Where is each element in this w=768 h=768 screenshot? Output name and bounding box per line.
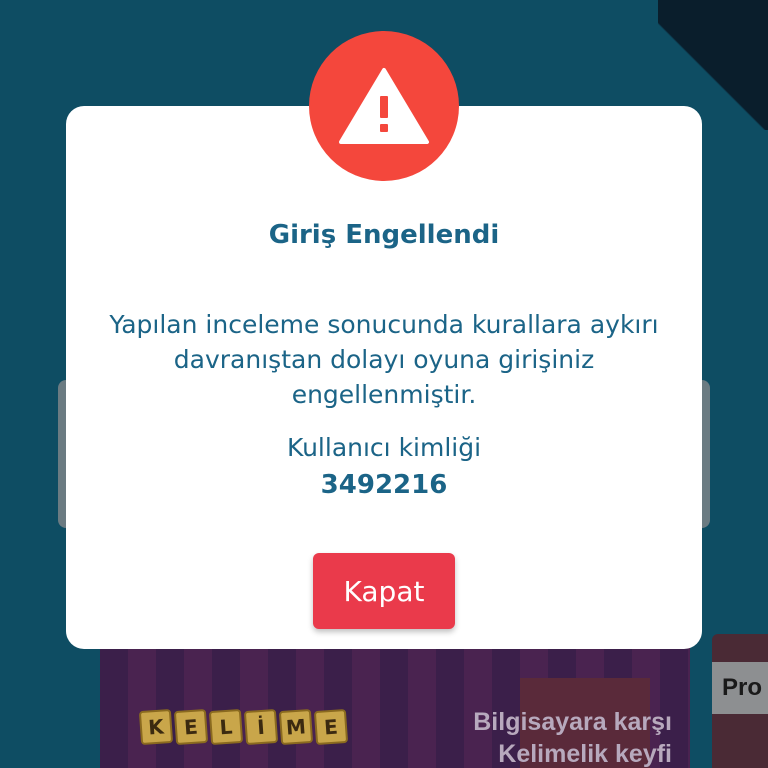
logo-tile: E bbox=[313, 708, 349, 746]
logo-tile: L bbox=[208, 708, 244, 746]
logo-tile: İ bbox=[243, 708, 279, 746]
game-mode-banner: K E L İ M E Bilgisayara karşı Kelimelik … bbox=[100, 648, 690, 768]
banner-headline-line1: Bilgisayara karşı bbox=[473, 708, 672, 736]
dialog-message: Yapılan inceleme sonucunda kurallara ayk… bbox=[109, 310, 659, 409]
user-id-value: 3492216 bbox=[320, 470, 448, 500]
logo-tile: M bbox=[278, 708, 314, 746]
banner-headline-line2: Kelimelik keyfi bbox=[498, 740, 672, 768]
warning-badge bbox=[309, 31, 459, 181]
kelimelik-logo: K E L İ M E bbox=[138, 708, 349, 746]
logo-tile: K bbox=[138, 708, 174, 746]
side-card-label: Pro bbox=[712, 662, 768, 714]
close-button[interactable]: Kapat bbox=[313, 553, 455, 629]
user-id-label: Kullanıcı kimliği bbox=[286, 433, 482, 462]
game-screen: K E L İ M E Bilgisayara karşı Kelimelik … bbox=[0, 0, 768, 768]
dialog-title: Giriş Engellendi bbox=[268, 220, 500, 250]
warning-triangle-icon bbox=[339, 68, 429, 144]
banner-headline: Bilgisayara karşı Kelimelik keyfi bbox=[473, 706, 672, 768]
logo-tile: E bbox=[173, 708, 209, 746]
